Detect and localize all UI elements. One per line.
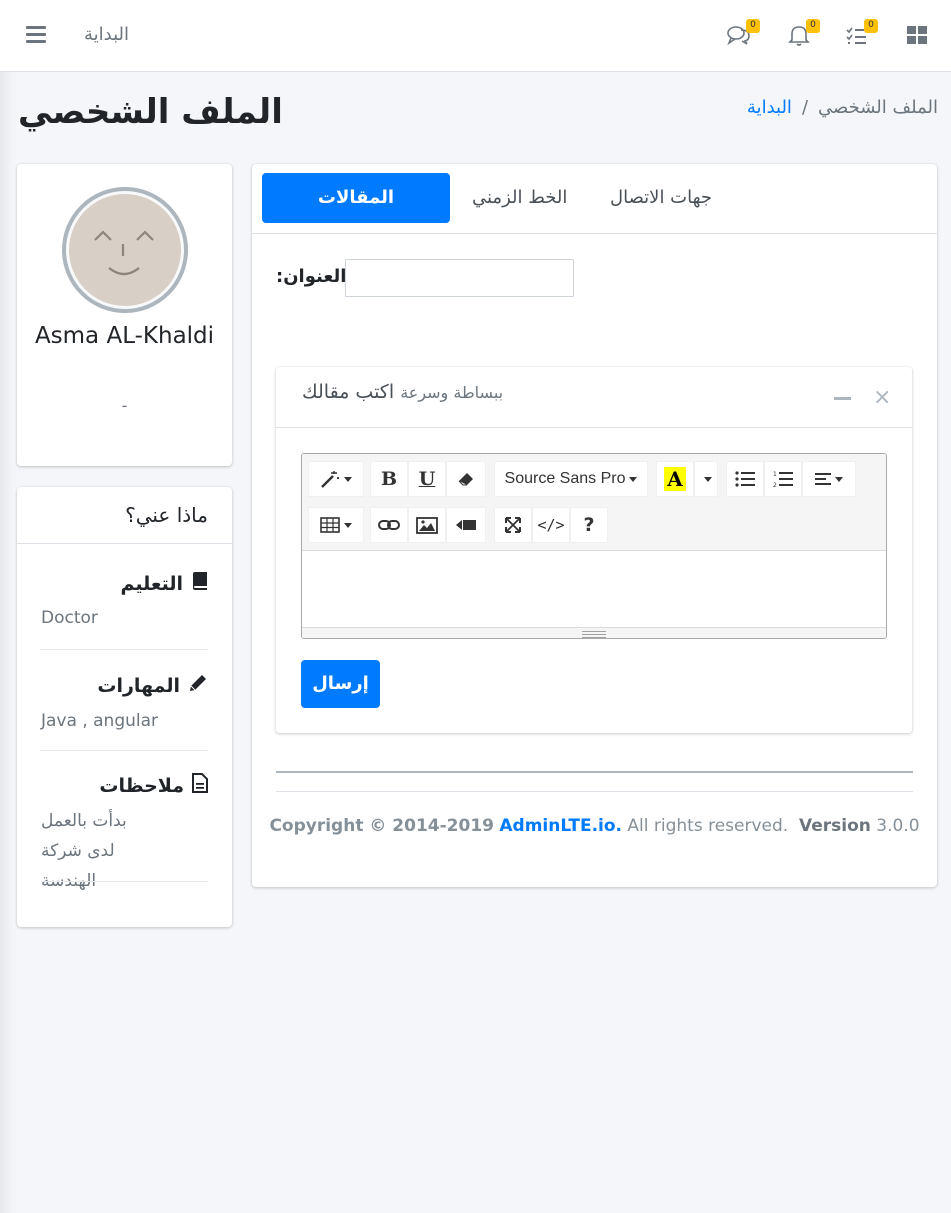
align-icon[interactable]: [802, 461, 856, 497]
editor-resize-bar[interactable]: [302, 627, 886, 638]
collapse-icon[interactable]: [834, 397, 851, 400]
grid-icon[interactable]: [904, 22, 930, 48]
footer: Copyright © 2014-2019 AdminLTE.io. All r…: [252, 816, 937, 836]
top-navbar: البداية 0 0 0: [0, 0, 951, 72]
skills-title: المهارات: [97, 674, 180, 697]
tasks-badge: 0: [864, 19, 878, 33]
unordered-list-icon[interactable]: [726, 461, 764, 497]
education-item: التعليم Doctor: [41, 572, 208, 633]
footer-rights: All rights reserved.: [627, 816, 789, 836]
bold-icon[interactable]: B: [370, 461, 408, 497]
breadcrumb: الملف الشخصي / البداية: [747, 97, 938, 118]
tab-articles[interactable]: المقالات الشخصية: [262, 173, 450, 258]
bell-icon[interactable]: 0: [786, 19, 820, 48]
editor-header: ببساطة وسرعة اكتب مقالك ×: [276, 367, 912, 428]
video-icon[interactable]: [446, 507, 486, 543]
table-icon[interactable]: [308, 507, 364, 543]
hamburger-icon[interactable]: [26, 26, 46, 44]
editor-toolbar: B U Source Sans Pro A 12 </> ?: [302, 454, 886, 551]
fullscreen-icon[interactable]: [494, 507, 532, 543]
messages-badge: 0: [746, 19, 760, 33]
notes-item: ملاحظات بدأت بالعمل لدى شركة الهندسة: [41, 773, 208, 896]
editor-subtitle: ببساطة وسرعة: [400, 383, 504, 402]
editor-title-text: اكتب مقالك: [302, 381, 395, 403]
footer-version: 3.0.0: [876, 816, 920, 836]
divider: [41, 649, 208, 650]
book-icon: [191, 572, 208, 595]
send-button[interactable]: إرسال: [301, 660, 380, 708]
title-input[interactable]: [345, 259, 574, 297]
profile-card: Asma AL-Khaldi -: [17, 164, 232, 466]
svg-text:2: 2: [773, 482, 777, 488]
tasks-icon[interactable]: 0: [844, 19, 878, 48]
education-text: Doctor: [41, 608, 98, 628]
divider: [41, 881, 208, 882]
footer-brand-link[interactable]: AdminLTE.io.: [499, 816, 622, 836]
tab-contacts[interactable]: جهات الاتصال: [590, 173, 732, 223]
code-view-icon[interactable]: </>: [532, 507, 570, 543]
avatar: [62, 187, 188, 313]
tabs-header: جهات الاتصال الخط الزمني المقالات الشخصي…: [252, 164, 937, 258]
breadcrumb-current: الملف الشخصي: [818, 97, 938, 118]
font-family-select[interactable]: Source Sans Pro: [494, 461, 648, 497]
notes-text: بدأت بالعمل لدى شركة الهندسة: [41, 811, 127, 891]
skills-item: المهارات Java , angular: [41, 673, 208, 736]
title-label: العنوان:: [276, 266, 347, 287]
breadcrumb-separator: /: [801, 97, 809, 118]
image-icon[interactable]: [408, 507, 446, 543]
file-icon: [192, 773, 208, 798]
pencil-icon: [188, 673, 208, 698]
ordered-list-icon[interactable]: 12: [764, 461, 802, 497]
close-icon[interactable]: ×: [873, 384, 891, 412]
resize-grip-icon[interactable]: [582, 631, 606, 638]
font-family-value: Source Sans Pro: [504, 470, 626, 487]
divider: [41, 750, 208, 751]
skills-text: Java , angular: [41, 711, 159, 731]
help-icon[interactable]: ?: [570, 507, 608, 543]
education-title: التعليم: [120, 572, 183, 595]
editor-title: ببساطة وسرعة اكتب مقالك: [302, 381, 912, 403]
divider: [276, 791, 913, 792]
profile-subtitle: -: [121, 396, 128, 415]
link-icon[interactable]: [370, 507, 408, 543]
text-color-icon[interactable]: A: [656, 461, 694, 497]
footer-version-label: Version: [799, 816, 871, 836]
notifications-badge: 0: [806, 19, 820, 33]
divider: [276, 771, 913, 773]
chat-icon[interactable]: 0: [726, 19, 760, 48]
tab-timeline[interactable]: الخط الزمني: [452, 173, 587, 223]
page-title: الملف الشخصي: [18, 92, 283, 132]
footer-copyright: Copyright © 2014-2019: [269, 816, 494, 836]
main-card: جهات الاتصال الخط الزمني المقالات الشخصي…: [252, 164, 937, 887]
nav-home-link[interactable]: البداية: [84, 24, 129, 45]
about-card: ماذا عني؟ التعليم Doctor المهارات Java ,…: [17, 487, 232, 927]
editor-content-area[interactable]: [302, 551, 886, 627]
sidebar-edge-shadow: [0, 0, 14, 1213]
text-color-dropdown-icon[interactable]: [694, 461, 718, 497]
svg-text:1: 1: [773, 471, 777, 478]
about-title: ماذا عني؟: [17, 487, 232, 544]
editor-card: ببساطة وسرعة اكتب مقالك × B U Source San…: [276, 367, 912, 733]
notes-title: ملاحظات: [99, 774, 184, 797]
magic-wand-icon[interactable]: [308, 461, 364, 497]
breadcrumb-home[interactable]: البداية: [747, 97, 792, 118]
profile-name: Asma AL-Khaldi: [34, 323, 215, 349]
eraser-icon[interactable]: [446, 461, 486, 497]
underline-icon[interactable]: U: [408, 461, 446, 497]
rich-text-editor: B U Source Sans Pro A 12 </> ?: [301, 453, 887, 639]
